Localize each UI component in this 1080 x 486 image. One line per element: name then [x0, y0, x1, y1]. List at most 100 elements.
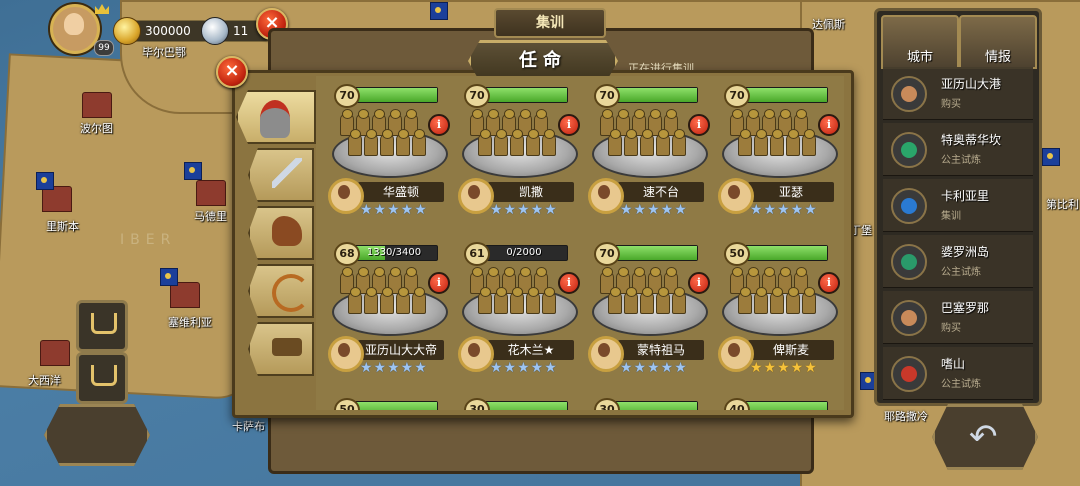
city-status: 公主试炼 [941, 267, 981, 278]
experience-bar-fill [611, 246, 697, 260]
soldier-figure [364, 129, 378, 156]
soldier-figure [542, 129, 556, 156]
soldier-figure [478, 287, 492, 314]
star-rating: ★★★★★ [620, 202, 688, 218]
soldier-figure [364, 287, 378, 314]
unit-card-partial[interactable]: 30 [454, 392, 582, 410]
unit-card-partial[interactable]: 30 [584, 392, 712, 410]
tab-intel[interactable]: 情报 [959, 15, 1037, 69]
soldier-figure [526, 129, 540, 156]
city-list-item[interactable]: 婆罗洲岛 公主试炼 [883, 235, 1033, 288]
experience-bar [740, 401, 828, 410]
city-status: 购买 [941, 323, 961, 334]
unit-card[interactable]: 70 i 亚瑟 ★★★★★ [714, 78, 842, 232]
back-arrow-button[interactable] [932, 404, 1038, 470]
tab-city[interactable]: 城市 [881, 15, 959, 69]
shop-cart-button[interactable] [76, 300, 128, 352]
city-status: 公主试炼 [941, 379, 981, 390]
hero-portrait[interactable] [328, 336, 364, 372]
experience-bar-fill [611, 402, 697, 410]
unit-info-button[interactable]: i [428, 272, 450, 294]
soldier-figure [786, 287, 800, 314]
troop-figures [340, 106, 436, 156]
category-tab-cavalry[interactable] [248, 206, 314, 260]
unit-info-button[interactable]: i [818, 114, 840, 136]
nation-flag-icon [1042, 148, 1060, 166]
hero-portrait[interactable] [718, 178, 754, 214]
category-tab-infantry[interactable] [236, 90, 316, 144]
hero-portrait[interactable] [458, 178, 494, 214]
unit-card[interactable]: 70 i 速不台 ★★★★★ [584, 78, 712, 232]
city-castle-icon[interactable] [82, 92, 112, 118]
unit-level-badge: 61 [464, 242, 490, 266]
unit-info-button[interactable]: i [688, 272, 710, 294]
hero-portrait[interactable] [588, 178, 624, 214]
unit-card[interactable]: 70 i 凯撒 ★★★★★ [454, 78, 582, 232]
unit-card-partial[interactable]: 50 [324, 392, 452, 410]
unit-level-badge: 68 [334, 242, 360, 266]
hero-name: 蒙特祖马 [618, 340, 704, 360]
map-label: 里斯本 [46, 220, 79, 233]
soldier-figure [494, 129, 508, 156]
hero-portrait[interactable] [718, 336, 754, 372]
gold-amount: 300000 [145, 24, 191, 38]
unit-grid[interactable]: 70 i 华盛顿 ★★★★★ 70 i 凯撒 ★★★★★ 70 i 速不台 ★★★★★ 70 i 亚瑟 ★★★… [316, 76, 844, 410]
experience-bar [610, 245, 698, 261]
experience-bar [350, 87, 438, 103]
soldier-figure [624, 129, 638, 156]
unit-card[interactable]: 1330/3400 68 i 亚历山大大帝 ★★★★★ [324, 236, 452, 390]
troop-figures [730, 106, 826, 156]
unit-card[interactable]: 70 i 蒙特祖马 ★★★★★ [584, 236, 712, 390]
hero-portrait[interactable] [458, 336, 494, 372]
unit-level-badge: 70 [334, 84, 360, 108]
soldier-figure [770, 287, 784, 314]
city-list-item[interactable]: 嗜山 公主试炼 [883, 347, 1033, 400]
experience-bar-fill [351, 88, 437, 102]
soldier-figure [510, 129, 524, 156]
city-status: 购买 [941, 99, 961, 110]
unit-info-button[interactable]: i [688, 114, 710, 136]
unit-card[interactable]: 0/2000 61 i 花木兰★ ★★★★★ [454, 236, 582, 390]
city-list-item[interactable]: 巴塞罗那 购买 [883, 291, 1033, 344]
city-list-item[interactable]: 亚历山大港 购买 [883, 67, 1033, 120]
map-label: 马德里 [194, 210, 227, 223]
city-name: 特奥蒂华坎 [941, 133, 1002, 147]
unit-info-button[interactable]: i [558, 114, 580, 136]
experience-bar [740, 87, 828, 103]
unit-info-button[interactable]: i [558, 272, 580, 294]
city-list-item[interactable]: 特奥蒂华坎 公主试炼 [883, 123, 1033, 176]
unit-info-button[interactable]: i [428, 114, 450, 136]
helmet-icon [260, 100, 290, 138]
map-label: 第比利 [1046, 198, 1079, 211]
experience-bar [610, 87, 698, 103]
hero-portrait[interactable] [588, 336, 624, 372]
troop-figures [600, 264, 696, 314]
unit-info-button[interactable]: i [818, 272, 840, 294]
category-tab-swordsman[interactable] [248, 148, 314, 202]
experience-bar-fill [741, 402, 827, 410]
city-castle-icon[interactable] [40, 340, 70, 366]
star-rating: ★★★★★ [750, 202, 818, 218]
trophy-button[interactable] [76, 352, 128, 404]
city-list-item[interactable]: 卡利亚里 集训 [883, 179, 1033, 232]
category-tab-archer[interactable] [248, 264, 314, 318]
player-level-badge: 99 [94, 40, 114, 56]
player-avatar[interactable] [50, 4, 100, 54]
hero-name: 凯撒 [488, 182, 574, 202]
nation-flag-icon [36, 172, 54, 190]
unit-card-partial[interactable]: 40 [714, 392, 842, 410]
map-mode-button[interactable] [44, 404, 150, 466]
scale-emblem-icon [891, 300, 927, 336]
red-emblem-icon [891, 356, 927, 392]
category-tab-artillery[interactable] [248, 322, 314, 376]
unit-level-badge: 30 [594, 398, 620, 410]
horse-icon [272, 216, 302, 246]
unit-card[interactable]: 50 i 俾斯麦 ★★★★★ [714, 236, 842, 390]
unit-card[interactable]: 70 i 华盛顿 ★★★★★ [324, 78, 452, 232]
close-dialog-button[interactable]: × [216, 56, 248, 88]
troop-figures [470, 264, 566, 314]
city-castle-icon[interactable] [196, 180, 226, 206]
soldier-figure [478, 129, 492, 156]
hero-portrait[interactable] [328, 178, 364, 214]
cannon-icon [272, 338, 302, 356]
